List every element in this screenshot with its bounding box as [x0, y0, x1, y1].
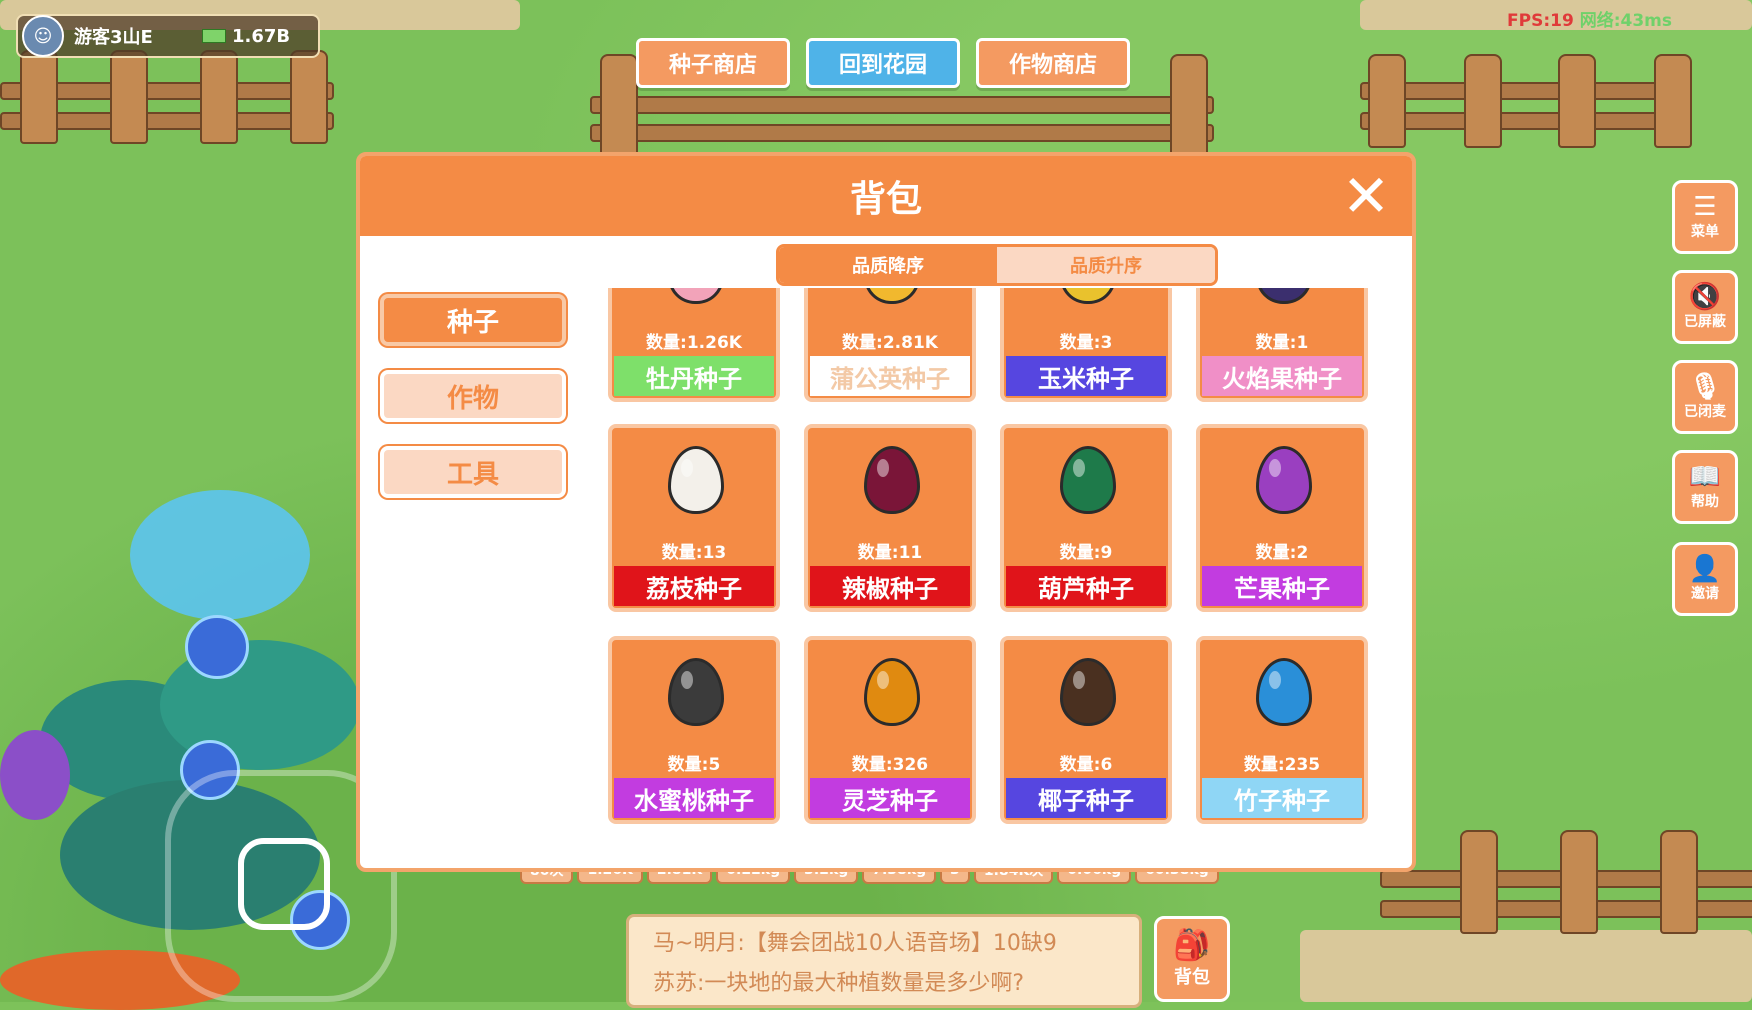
crop-shop-button[interactable]: 作物商店: [976, 38, 1130, 88]
item-name: 玉米种子: [1006, 356, 1166, 396]
item-quantity: 数量:1.26K: [646, 333, 742, 353]
peach-seed-icon: [668, 658, 724, 726]
item-card-lychee-seed[interactable]: 数量:13 荔枝种子: [608, 424, 780, 612]
item-card-bamboo-seed[interactable]: 数量:235 竹子种子: [1196, 636, 1368, 824]
item-name: 椰子种子: [1006, 778, 1166, 818]
category-crops-tab[interactable]: 作物: [380, 370, 566, 422]
dandelion-seed-icon: [864, 288, 920, 304]
speaker-muted-icon: 🔇: [1688, 282, 1722, 312]
corn-seed-icon: [1060, 288, 1116, 304]
chili-seed-icon: [864, 446, 920, 514]
bamboo-seed-icon: [1256, 658, 1312, 726]
item-quantity: 数量:2.81K: [842, 333, 938, 353]
chat-message: 苏苏:一块地的最大种植数量是多少啊?: [653, 971, 1025, 996]
item-name: 芒果种子: [1202, 566, 1362, 606]
menu-button[interactable]: ☰ 菜单: [1672, 180, 1738, 254]
lychee-seed-icon: [668, 446, 724, 514]
item-grid[interactable]: 数量:1.26K 牡丹种子 数量:2.81K 蒲公英种子 数量:3 玉米种子 数…: [608, 288, 1388, 868]
item-card-corn-seed[interactable]: 数量:3 玉米种子: [1000, 288, 1172, 402]
mic-off-icon: 🎙: [1688, 372, 1722, 402]
seed-shop-button[interactable]: 种子商店: [636, 38, 790, 88]
item-card-peach-seed[interactable]: 数量:5 水蜜桃种子: [608, 636, 780, 824]
item-card-coconut-seed[interactable]: 数量:6 椰子种子: [1000, 636, 1172, 824]
item-card-flame-fruit-seed[interactable]: 数量:1 火焰果种子: [1196, 288, 1368, 402]
backpack-icon: 🎒: [1173, 928, 1211, 963]
help-label: 帮助: [1691, 494, 1719, 510]
item-card-gourd-seed[interactable]: 数量:9 葫芦种子: [1000, 424, 1172, 612]
fps-label: FPS:19: [1507, 11, 1574, 31]
dirt-patch-bottom-right: [1300, 930, 1752, 1002]
item-card-lingzhi-seed[interactable]: 数量:326 灵芝种子: [804, 636, 976, 824]
mango-seed-icon: [1256, 446, 1312, 514]
close-icon[interactable]: ✕: [1336, 162, 1396, 230]
item-name: 竹子种子: [1202, 778, 1362, 818]
item-quantity: 数量:11: [857, 543, 923, 563]
item-name: 辣椒种子: [810, 566, 970, 606]
player-info-bar: ☺ 游客3山E 1.67B: [16, 14, 320, 58]
joystick-knob[interactable]: [238, 838, 330, 930]
item-name: 荔枝种子: [614, 566, 774, 606]
sort-desc-tab[interactable]: 品质降序: [779, 247, 997, 283]
menu-icon: ☰: [1693, 192, 1717, 222]
item-quantity: 数量:1: [1255, 333, 1309, 353]
add-user-icon: 👤: [1688, 554, 1722, 584]
category-tools-tab[interactable]: 工具: [380, 446, 566, 498]
mute-button[interactable]: 🔇 已屏蔽: [1672, 270, 1738, 344]
item-card-dandelion-seed[interactable]: 数量:2.81K 蒲公英种子: [804, 288, 976, 402]
item-quantity: 数量:9: [1059, 543, 1113, 563]
item-quantity: 数量:13: [661, 543, 727, 563]
fps-readout: FPS:19 网络:43ms: [1507, 6, 1672, 31]
item-quantity: 数量:235: [1243, 755, 1321, 775]
item-quantity: 数量:2: [1255, 543, 1309, 563]
item-quantity: 数量:3: [1059, 333, 1113, 353]
item-name: 蒲公英种子: [810, 356, 970, 396]
money-amount: 1.67B: [232, 25, 291, 47]
item-quantity: 数量:6: [1059, 755, 1113, 775]
avatar[interactable]: ☺: [22, 15, 64, 57]
help-button[interactable]: 📖 帮助: [1672, 450, 1738, 524]
coconut-seed-icon: [1060, 658, 1116, 726]
modal-header: 背包 ✕: [360, 156, 1412, 236]
sort-asc-tab[interactable]: 品质升序: [997, 247, 1215, 283]
lingzhi-seed-icon: [864, 658, 920, 726]
item-quantity: 数量:5: [667, 755, 721, 775]
item-name: 水蜜桃种子: [614, 778, 774, 818]
mic-label: 已闭麦: [1684, 404, 1726, 420]
net-latency: 网络:43ms: [1579, 11, 1672, 31]
invite-label: 邀请: [1691, 586, 1719, 602]
item-name: 火焰果种子: [1202, 356, 1362, 396]
modal-title: 背包: [849, 179, 922, 220]
item-name: 灵芝种子: [810, 778, 970, 818]
mic-button[interactable]: 🎙 已闭麦: [1672, 360, 1738, 434]
item-name: 牡丹种子: [614, 356, 774, 396]
gourd-seed-icon: [1060, 446, 1116, 514]
menu-label: 菜单: [1691, 224, 1719, 240]
book-icon: 📖: [1688, 462, 1722, 492]
chat-box[interactable]: 马~明月:【舞会团战10人语音场】10缺9 苏苏:一块地的最大种植数量是多少啊?: [626, 914, 1142, 1008]
cash-icon: [202, 29, 226, 43]
chat-message: 马~明月:【舞会团战10人语音场】10缺9: [653, 931, 1057, 956]
backpack-modal: 背包 ✕ 品质降序 品质升序 种子 作物 工具 数量:1.26K 牡丹种子 数量…: [356, 152, 1416, 872]
sort-toggle: 品质降序 品质升序: [776, 244, 1218, 286]
backpack-label: 背包: [1174, 967, 1210, 988]
item-card-chili-seed[interactable]: 数量:11 辣椒种子: [804, 424, 976, 612]
backpack-button[interactable]: 🎒 背包: [1154, 916, 1230, 1002]
item-name: 葫芦种子: [1006, 566, 1166, 606]
item-card-mango-seed[interactable]: 数量:2 芒果种子: [1196, 424, 1368, 612]
item-card-peony-seed[interactable]: 数量:1.26K 牡丹种子: [608, 288, 780, 402]
invite-button[interactable]: 👤 邀请: [1672, 542, 1738, 616]
category-seeds-tab[interactable]: 种子: [380, 294, 566, 346]
mute-label: 已屏蔽: [1684, 314, 1726, 330]
player-name: 游客3山E: [74, 27, 153, 48]
flame-fruit-seed-icon: [1256, 288, 1312, 304]
back-to-garden-button[interactable]: 回到花园: [806, 38, 960, 88]
peony-seed-icon: [668, 288, 724, 304]
item-quantity: 数量:326: [851, 755, 929, 775]
